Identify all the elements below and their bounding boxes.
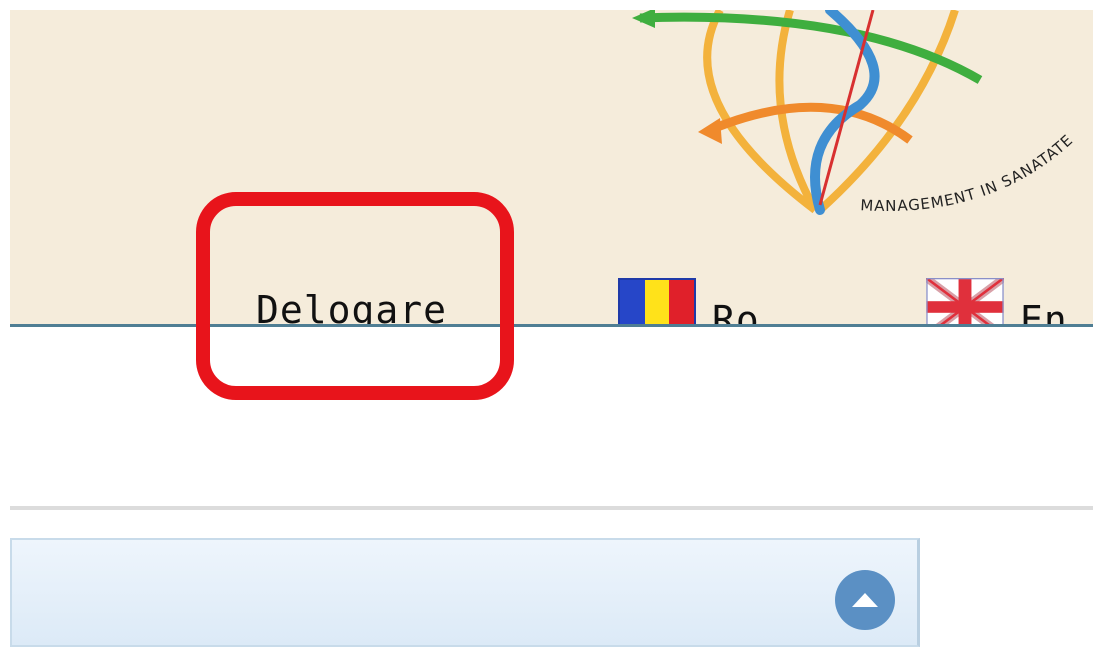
header-divider [10, 324, 1093, 327]
svg-text:MANAGEMENT IN SANATATE: MANAGEMENT IN SANATATE [860, 131, 1077, 215]
page: MANAGEMENT IN SANATATE Delogare Ro En [0, 0, 1093, 647]
site-header: MANAGEMENT IN SANATATE Delogare Ro En [10, 10, 1093, 325]
collapsible-panel-header [10, 538, 920, 647]
collapse-panel-button[interactable] [835, 570, 895, 630]
content-divider [10, 506, 1093, 510]
chevron-up-icon [852, 593, 878, 607]
language-en-label: En [1020, 298, 1068, 325]
logout-link[interactable]: Delogare [256, 288, 447, 325]
logo-caption: MANAGEMENT IN SANATATE [860, 131, 1077, 215]
uk-flag-icon [926, 278, 1004, 325]
language-ro-label: Ro [712, 298, 760, 325]
language-ro-link[interactable]: Ro [618, 272, 760, 325]
romania-flag-icon [618, 278, 696, 325]
language-en-link[interactable]: En [926, 272, 1068, 325]
